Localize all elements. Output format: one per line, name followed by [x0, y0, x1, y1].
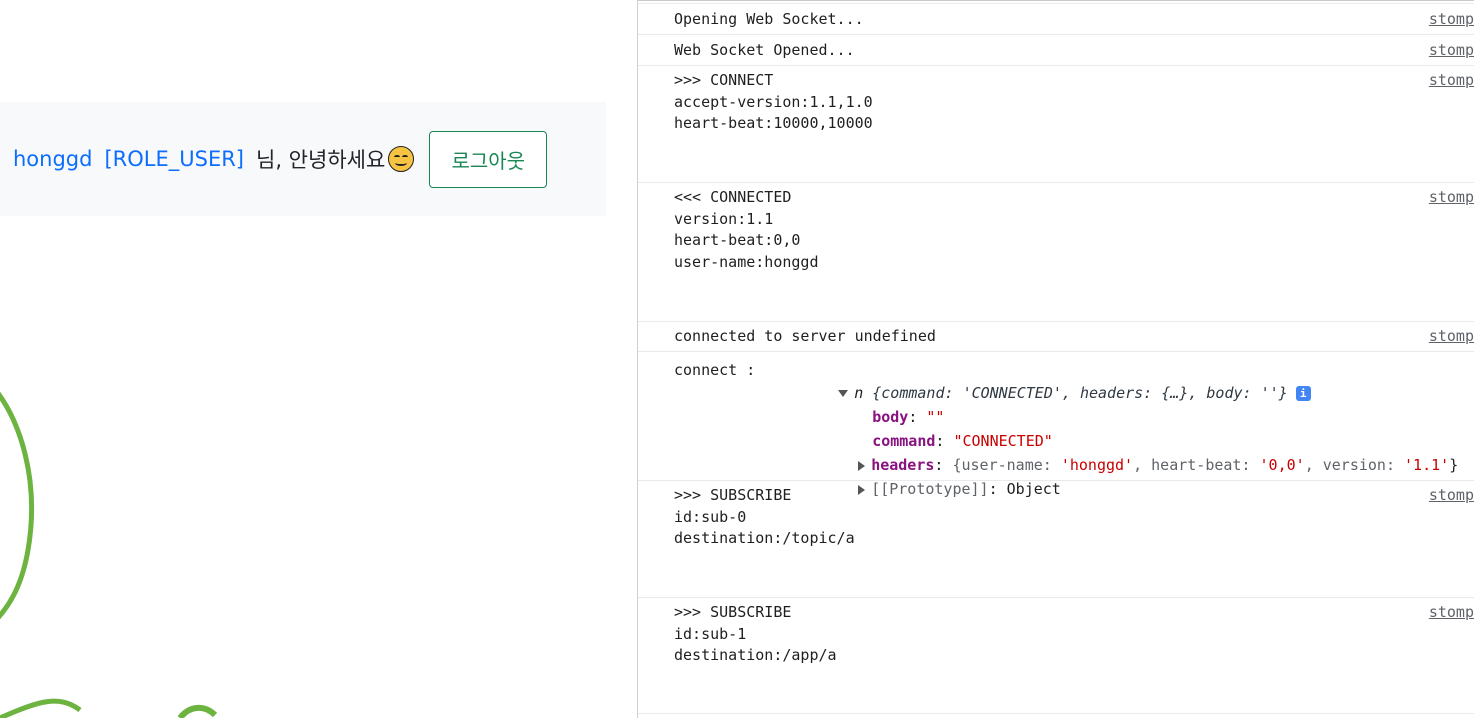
console-log-row: <<< CONNECTED version:1.1 heart-beat:0,0… [638, 182, 1474, 321]
log-message: Opening Web Socket... [674, 10, 864, 28]
console-log-row: >>> CONNECT accept-version:1.1,1.0 heart… [638, 65, 1474, 182]
log-source-link[interactable]: stomp [1429, 326, 1474, 348]
console-object-log-row: connect : n {command: 'CONNECTED', heade… [638, 351, 1474, 498]
console-log-row: >>> SUBSCRIBE id:sub-1 destination:/app/… [638, 597, 1474, 713]
greeting-text: 님, 안녕하세요 [256, 148, 386, 172]
log-message: >>> CONNECT accept-version:1.1,1.0 heart… [674, 71, 873, 133]
object-log-label: connect : [674, 361, 756, 379]
info-icon[interactable]: i [1295, 386, 1311, 401]
log-source-link[interactable]: stomp [1429, 40, 1474, 62]
log-message: >>> SUBSCRIBE id:sub-0 destination:/topi… [674, 486, 855, 548]
console-log-row: connected to server undefined stomp [638, 321, 1474, 351]
user-status-bar: honggd [ROLE_USER] 님, 안녕하세요 로그아웃 [0, 102, 606, 216]
log-source-link[interactable]: stomp [1429, 485, 1474, 507]
username-link[interactable]: honggd [13, 147, 92, 171]
user-role-label: [ROLE_USER] [104, 147, 245, 171]
log-message: >>> SUBSCRIBE id:sub-1 destination:/app/… [674, 603, 837, 665]
log-source-link[interactable]: stomp [1429, 602, 1474, 624]
spring-leaf-logo-icon [0, 391, 218, 718]
console-log-row: >>> SUBSCRIBE id:sub-0 destination:/topi… [638, 480, 1474, 597]
log-message: <<< CONNECTED version:1.1 heart-beat:0,0… [674, 188, 819, 272]
log-message: connected to server undefined [674, 327, 936, 345]
web-page: honggd [ROLE_USER] 님, 안녕하세요 로그아웃 [0, 0, 637, 718]
console-log-row: Opening Web Socket... stomp [638, 3, 1474, 34]
logout-button[interactable]: 로그아웃 [429, 130, 548, 188]
log-source-link[interactable]: stomp [1429, 9, 1474, 31]
log-source-link[interactable]: stomp [1429, 70, 1474, 92]
smiley-emoji-icon [388, 146, 415, 172]
console-log-row: Web Socket Opened... stomp [638, 34, 1474, 65]
console-divider [638, 713, 1474, 718]
devtools-console: Opening Web Socket... stomp Web Socket O… [637, 0, 1474, 718]
log-source-link[interactable]: stomp [1429, 187, 1474, 209]
log-message: Web Socket Opened... [674, 41, 855, 59]
